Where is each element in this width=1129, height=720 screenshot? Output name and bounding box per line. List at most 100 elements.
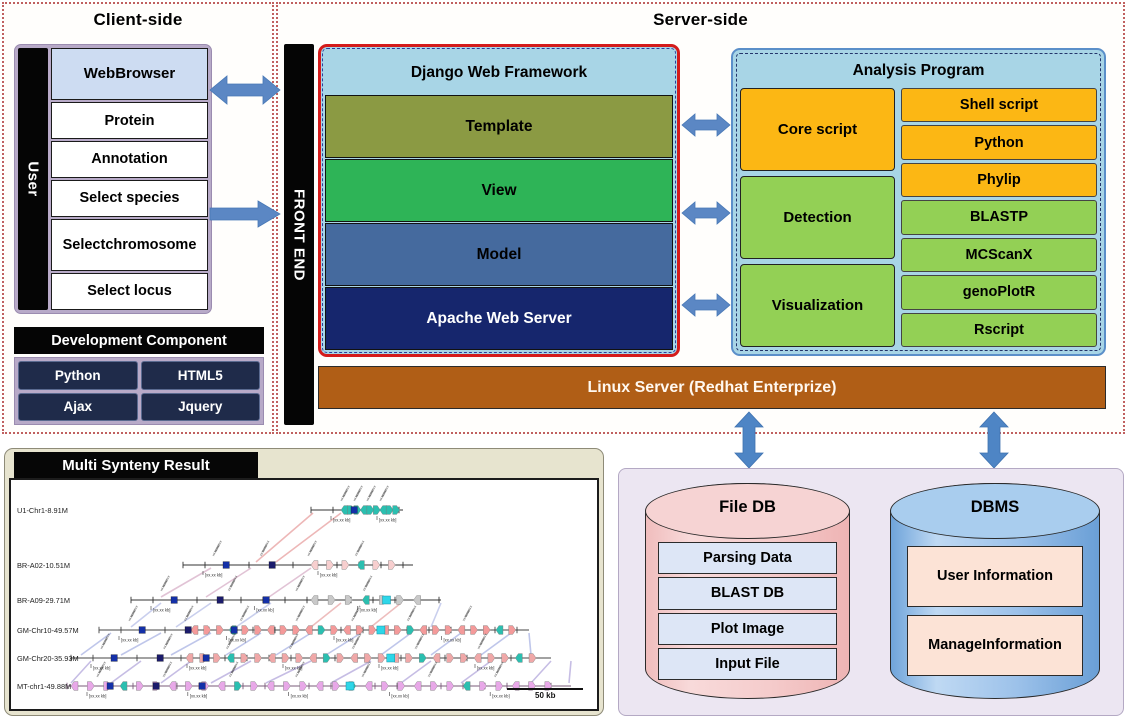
db-item-user-information: User Information (907, 546, 1083, 607)
svg-text:[xx.xx kb]: [xx.xx kb] (291, 694, 308, 699)
svg-text:[xx.xx kb]: [xx.xx kb] (492, 694, 509, 699)
analysis-tool-genoplotr: genoPlotR (901, 275, 1097, 310)
arrow-browser-to-server (209, 74, 281, 106)
db-item-blast-db: BLAST DB (658, 577, 837, 610)
svg-text:xxxxxxx: xxxxxxx (297, 605, 307, 618)
db-item-label-line: Information (982, 637, 1062, 654)
svg-text:xxxxxxx: xxxxxxx (479, 633, 489, 646)
user-vertical-label: User (18, 48, 48, 310)
db-item-manage-information: Manage Information (907, 615, 1083, 676)
django-layer-apache-web-server: Apache Web Server (325, 287, 673, 350)
analysis-tool-rscript: Rscript (901, 312, 1097, 347)
svg-text:[xx.xx kb]: [xx.xx kb] (381, 666, 398, 671)
svg-text:xxxxxxx: xxxxxxx (380, 485, 390, 498)
svg-text:xxxxxxx: xxxxxxx (353, 633, 363, 646)
analysis-stage-visualization: Visualization (740, 264, 895, 347)
user-item-protein[interactable]: Protein (51, 102, 208, 140)
django-web-framework-box: Django Web Framework Template View Model Ap… (318, 44, 680, 357)
dbms-cylinder: DBMS User Information Manage Information (890, 483, 1100, 699)
front-end-bar: FRONT END (284, 44, 314, 425)
analysis-tool-blastp: BLASTP (901, 200, 1097, 235)
user-item-label-line: Annotation (91, 151, 168, 168)
arrow-template-to-core-script (681, 112, 731, 138)
analysis-stage-column: Core script Detection Visualization (740, 88, 895, 347)
svg-text:[xx.xx kb]: [xx.xx kb] (320, 573, 337, 578)
synteny-plot-graphic: [xx.xx kb] [xx.xx kb]xxxxxxxxxxxxxx xxxxxx… (66, 485, 572, 699)
svg-text:xxxxxxx: xxxxxxx (241, 605, 251, 618)
svg-text:xxxxxxx: xxxxxxx (464, 605, 474, 618)
synteny-row-label: GM-Chr20-35.93M (17, 654, 79, 663)
analysis-tool-phylip: Phylip (901, 162, 1097, 198)
db-item-input-file: Input File (658, 647, 837, 680)
dbms-item-list: User Information Manage Information (907, 546, 1083, 676)
dev-component-python: Python (18, 361, 138, 390)
user-item-web-browser[interactable]: Web Browser (51, 48, 208, 101)
user-item-select-chromosome[interactable]: Select chromosome (51, 218, 208, 272)
synteny-row-label: BR-A09-29.71M (17, 596, 70, 605)
user-label-text: User (24, 161, 42, 197)
svg-text:xxxxxxx: xxxxxxx (341, 485, 351, 498)
svg-text:xxxxxxx: xxxxxxx (367, 485, 377, 498)
user-item-label-line: Select (62, 236, 106, 253)
svg-text:xxxxxxx: xxxxxxx (164, 661, 174, 674)
arrow-server-to-dbms (978, 411, 1010, 469)
svg-text:xxxxxxx: xxxxxxx (356, 540, 366, 553)
db-item-label-line: User Information (936, 568, 1053, 585)
svg-text:xxxxxxx: xxxxxxx (229, 575, 239, 588)
analysis-stage-detection: Detection (740, 176, 895, 259)
dbms-title: DBMS (970, 498, 1020, 516)
user-item-label-line: Web (83, 64, 116, 82)
server-side-title: Server-side (653, 10, 748, 29)
svg-text:xxxxxxx: xxxxxxx (363, 661, 373, 674)
file-db-title: File DB (719, 498, 776, 516)
analysis-stage-core-script: Core script (740, 88, 895, 171)
db-item-label-line: Manage (928, 637, 983, 654)
svg-text:xxxxxxx: xxxxxxx (364, 575, 374, 588)
development-component-header: Development Component (14, 327, 264, 354)
db-item-label-line: BLAST DB (710, 585, 785, 602)
db-item-label-line: Plot Image (710, 620, 785, 637)
user-item-select-locus[interactable]: Select locus (51, 273, 208, 310)
synteny-row-label: GM-Chr10-49.57M (17, 626, 79, 635)
file-db-cylinder: File DB Parsing Data BLAST DB Plot Image In… (645, 483, 850, 699)
django-title: Django Web Framework (410, 63, 588, 81)
svg-text:[xx.xx kb]: [xx.xx kb] (336, 638, 353, 643)
django-layer-view: View (325, 159, 673, 222)
user-item-select-species[interactable]: Select species (51, 180, 208, 217)
multi-synteny-result-header: Multi Synteny Result (14, 452, 258, 478)
db-item-plot-image: Plot Image (658, 612, 837, 645)
user-action-list: Web Browser Protein Annotation Select specie… (48, 48, 208, 310)
svg-text:[xx.xx kb]: [xx.xx kb] (360, 608, 377, 613)
db-item-label-line: Parsing Data (703, 550, 792, 566)
arrow-view-to-detection (681, 200, 731, 226)
django-layer-stack: Template View Model Apache Web Server (324, 95, 674, 351)
analysis-tool-column: Shell script Python Phylip BLASTP MCScanX gen… (901, 88, 1097, 347)
db-item-parsing-data: Parsing Data (658, 542, 837, 575)
synteny-row-label: BR-A02-10.51M (17, 561, 70, 570)
synteny-row-label: U1-Chr1-8.91M (17, 506, 68, 515)
arrow-model-to-visualization (681, 292, 731, 318)
svg-text:[xx.xx kb]: [xx.xx kb] (121, 638, 138, 643)
analysis-tool-python: Python (901, 125, 1097, 160)
svg-text:xxxxxxx: xxxxxxx (213, 540, 223, 553)
svg-text:xxxxxxx: xxxxxxx (308, 540, 318, 553)
synteny-plot-canvas: [xx.xx kb] [xx.xx kb] xxxxxxx xxxxxxx xxxxxx… (9, 478, 599, 711)
django-layer-model: Model (325, 223, 673, 286)
svg-text:[xx.xx kb]: [xx.xx kb] (477, 666, 494, 671)
svg-text:[xx.xx kb]: [xx.xx kb] (89, 694, 106, 699)
svg-text:xxxxxxx: xxxxxxx (408, 605, 418, 618)
dev-component-html5: HTML5 (140, 361, 260, 390)
user-item-label-line: chromosome (105, 236, 197, 253)
development-component-grid: Python HTML5 Ajax Jquery (14, 357, 264, 425)
svg-text:[xx.xx kb]: [xx.xx kb] (444, 638, 461, 643)
svg-text:xxxxxxx: xxxxxxx (129, 605, 139, 618)
linux-server-bar: Linux Server (Redhat Enterprize) (318, 366, 1106, 409)
user-item-annotation[interactable]: Annotation (51, 141, 208, 178)
user-item-label-line: Protein (104, 112, 155, 129)
svg-text:[xx.xx kb]: [xx.xx kb] (190, 694, 207, 699)
synteny-scalebar-line (507, 688, 583, 690)
svg-text:xxxxxxx: xxxxxxx (164, 633, 174, 646)
svg-text:xxxxxxx: xxxxxxx (495, 661, 505, 674)
user-item-label-line: Select locus (87, 283, 172, 300)
client-side-title: Client-side (93, 10, 183, 29)
